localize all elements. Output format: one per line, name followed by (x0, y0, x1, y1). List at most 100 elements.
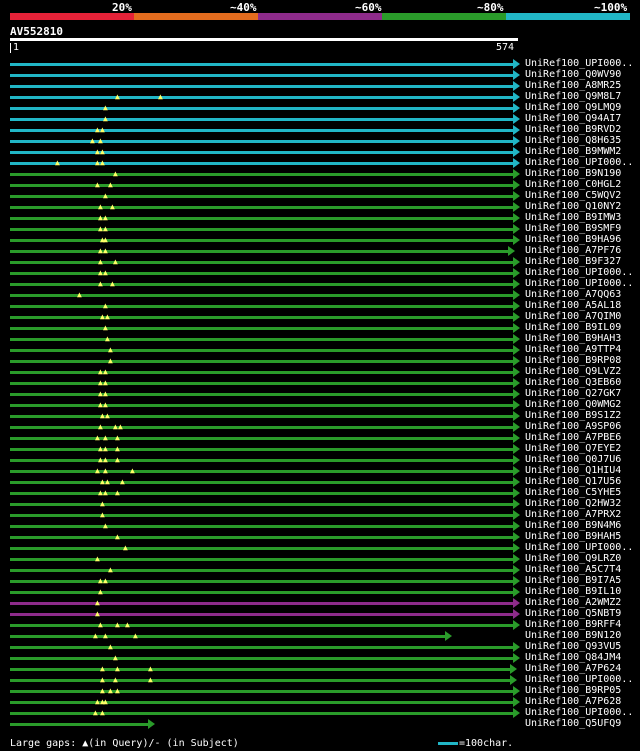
alignment-bar[interactable] (10, 613, 513, 616)
alignment-bar[interactable] (10, 624, 513, 627)
alignment-bar[interactable] (10, 646, 513, 649)
hit-label[interactable]: UniRef100_Q5UFQ9 (525, 718, 621, 729)
hit-label[interactable]: UniRef100_UPI000.. (525, 58, 633, 69)
hit-label[interactable]: UniRef100_UPI000.. (525, 157, 633, 168)
alignment-bar[interactable] (10, 481, 513, 484)
hit-label[interactable]: UniRef100_C5WQV2 (525, 190, 621, 201)
hit-label[interactable]: UniRef100_C0HGL2 (525, 179, 621, 190)
hit-label[interactable]: UniRef100_A7P628 (525, 696, 621, 707)
hit-label[interactable]: UniRef100_UPI000.. (525, 542, 633, 553)
hit-label[interactable]: UniRef100_Q10NY2 (525, 201, 621, 212)
alignment-bar[interactable] (10, 173, 513, 176)
alignment-bar[interactable] (10, 668, 510, 671)
alignment-bar[interactable] (10, 382, 513, 385)
hit-label[interactable]: UniRef100_B9HAH3 (525, 333, 621, 344)
hit-label[interactable]: UniRef100_UPI000.. (525, 278, 633, 289)
hit-label[interactable]: UniRef100_Q5NBT9 (525, 608, 621, 619)
hit-label[interactable]: UniRef100_UPI000.. (525, 267, 633, 278)
alignment-bar[interactable] (10, 74, 513, 77)
alignment-bar[interactable] (10, 580, 513, 583)
alignment-bar[interactable] (10, 448, 513, 451)
alignment-bar[interactable] (10, 547, 513, 550)
alignment-bar[interactable] (10, 96, 513, 99)
alignment-bar[interactable] (10, 393, 513, 396)
alignment-bar[interactable] (10, 349, 513, 352)
hit-label[interactable]: UniRef100_Q27GK7 (525, 388, 621, 399)
hit-label[interactable]: UniRef100_B9IL10 (525, 586, 621, 597)
hit-label[interactable]: UniRef100_B9RP05 (525, 685, 621, 696)
alignment-bar[interactable] (10, 503, 513, 506)
alignment-bar[interactable] (10, 437, 513, 440)
hit-label[interactable]: UniRef100_Q0WV90 (525, 69, 621, 80)
alignment-bar[interactable] (10, 272, 513, 275)
alignment-bar[interactable] (10, 327, 513, 330)
hit-label[interactable]: UniRef100_B9RVD2 (525, 124, 621, 135)
hit-label[interactable]: UniRef100_Q8H635 (525, 135, 621, 146)
alignment-bar[interactable] (10, 206, 513, 209)
alignment-bar[interactable] (10, 591, 513, 594)
hit-label[interactable]: UniRef100_Q3EB60 (525, 377, 621, 388)
hit-label[interactable]: UniRef100_Q9LVZ2 (525, 366, 621, 377)
hit-label[interactable]: UniRef100_Q93VU5 (525, 641, 621, 652)
alignment-bar[interactable] (10, 657, 513, 660)
hit-label[interactable]: UniRef100_A7PF76 (525, 245, 621, 256)
hit-label[interactable]: UniRef100_B9N120 (525, 630, 621, 641)
alignment-bar[interactable] (10, 294, 513, 297)
hit-label[interactable]: UniRef100_A7PRX2 (525, 509, 621, 520)
alignment-bar[interactable] (10, 283, 513, 286)
alignment-bar[interactable] (10, 701, 513, 704)
hit-label[interactable]: UniRef100_A7PBE6 (525, 432, 621, 443)
alignment-bar[interactable] (10, 316, 513, 319)
alignment-bar[interactable] (10, 525, 513, 528)
alignment-bar[interactable] (10, 690, 513, 693)
hit-label[interactable]: UniRef100_B9HA96 (525, 234, 621, 245)
hit-label[interactable]: UniRef100_B9N4M6 (525, 520, 621, 531)
hit-label[interactable]: UniRef100_A7QQ63 (525, 289, 621, 300)
hit-label[interactable]: UniRef100_A7P624 (525, 663, 621, 674)
hit-label[interactable]: UniRef100_A9TTP4 (525, 344, 621, 355)
hit-label[interactable]: UniRef100_UPI000.. (525, 674, 633, 685)
alignment-bar[interactable] (10, 723, 148, 726)
alignment-bar[interactable] (10, 514, 513, 517)
hit-label[interactable]: UniRef100_B9IMW3 (525, 212, 621, 223)
alignment-bar[interactable] (10, 404, 513, 407)
hit-label[interactable]: UniRef100_C5YHE5 (525, 487, 621, 498)
hit-label[interactable]: UniRef100_A2WMZ2 (525, 597, 621, 608)
hit-label[interactable]: UniRef100_Q0WMG2 (525, 399, 621, 410)
hit-label[interactable]: UniRef100_A5C7T4 (525, 564, 621, 575)
hit-label[interactable]: UniRef100_Q9LRZ0 (525, 553, 621, 564)
hit-label[interactable]: UniRef100_B9F327 (525, 256, 621, 267)
hit-label[interactable]: UniRef100_B9S1Z2 (525, 410, 621, 421)
alignment-bar[interactable] (10, 162, 513, 165)
alignment-bar[interactable] (10, 415, 513, 418)
alignment-bar[interactable] (10, 712, 513, 715)
alignment-bar[interactable] (10, 338, 513, 341)
hit-label[interactable]: UniRef100_B9SMF9 (525, 223, 621, 234)
hit-label[interactable]: UniRef100_Q7EYE2 (525, 443, 621, 454)
alignment-bar[interactable] (10, 118, 513, 121)
alignment-bar[interactable] (10, 470, 513, 473)
alignment-bar[interactable] (10, 151, 513, 154)
alignment-bar[interactable] (10, 250, 508, 253)
alignment-bar[interactable] (10, 217, 513, 220)
hit-label[interactable]: UniRef100_A8MR25 (525, 80, 621, 91)
hit-label[interactable]: UniRef100_Q94AI7 (525, 113, 621, 124)
hit-label[interactable]: UniRef100_UPI000.. (525, 707, 633, 718)
alignment-bar[interactable] (10, 195, 513, 198)
alignment-bar[interactable] (10, 635, 445, 638)
hit-label[interactable]: UniRef100_Q9M8L7 (525, 91, 621, 102)
alignment-bar[interactable] (10, 426, 513, 429)
hit-label[interactable]: UniRef100_Q2HW32 (525, 498, 621, 509)
alignment-bar[interactable] (10, 360, 513, 363)
alignment-bar[interactable] (10, 239, 513, 242)
alignment-bar[interactable] (10, 305, 513, 308)
hit-label[interactable]: UniRef100_Q84JM4 (525, 652, 621, 663)
hit-label[interactable]: UniRef100_A9SP06 (525, 421, 621, 432)
alignment-bar[interactable] (10, 140, 513, 143)
hit-label[interactable]: UniRef100_A5AL18 (525, 300, 621, 311)
hit-label[interactable]: UniRef100_Q0J7U6 (525, 454, 621, 465)
alignment-bar[interactable] (10, 679, 510, 682)
hit-label[interactable]: UniRef100_B9MWM2 (525, 146, 621, 157)
hit-label[interactable]: UniRef100_B9RP08 (525, 355, 621, 366)
alignment-bar[interactable] (10, 371, 513, 374)
